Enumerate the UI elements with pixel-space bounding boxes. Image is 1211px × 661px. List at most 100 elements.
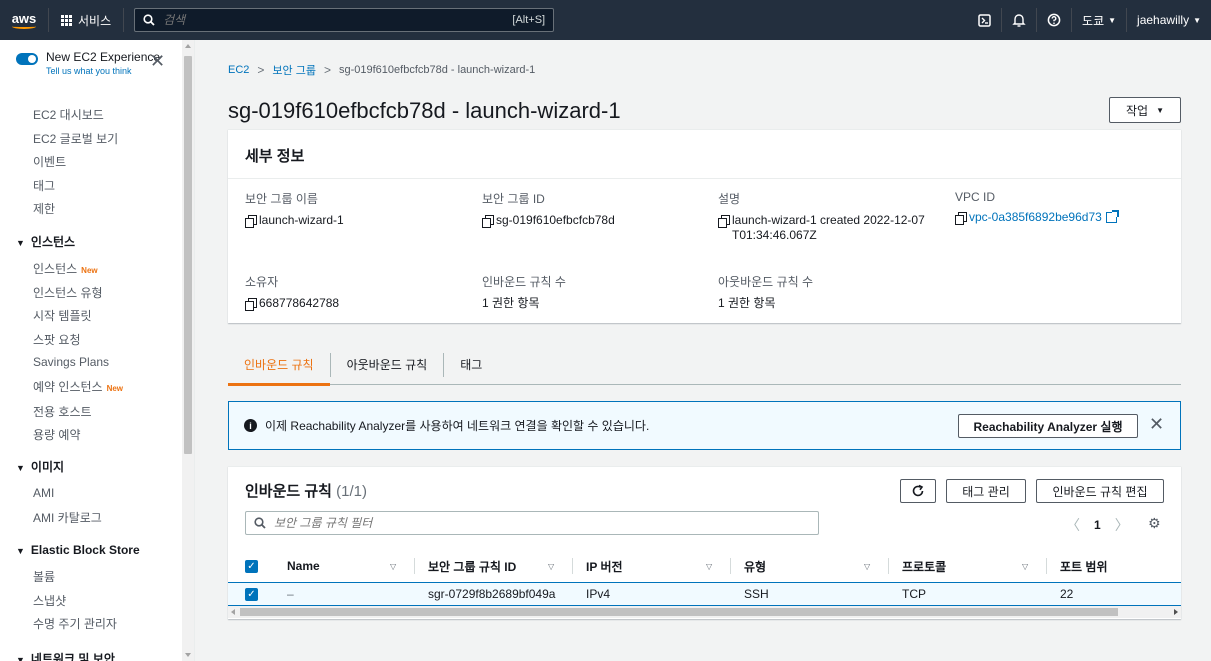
- column-header-rule-id[interactable]: 보안 그룹 규칙 ID: [428, 558, 516, 575]
- sidebar-section-network[interactable]: ▼ 네트워크 및 보안: [16, 650, 115, 661]
- column-header-name[interactable]: Name: [287, 559, 320, 573]
- sidebar-item-snapshots[interactable]: 스냅샷: [33, 592, 66, 609]
- refresh-button[interactable]: [900, 479, 936, 503]
- region-selector[interactable]: 도쿄 ▼: [1071, 8, 1126, 32]
- scroll-down-arrow-icon[interactable]: [185, 653, 191, 657]
- sidebar-item-ami-catalog[interactable]: AMI 카탈로그: [33, 509, 102, 526]
- field-label: 보안 그룹 이름: [245, 192, 318, 206]
- sidebar-item-tags[interactable]: 태그: [33, 177, 55, 194]
- sidebar-section-ebs[interactable]: ▼ Elastic Block Store: [16, 543, 140, 557]
- copy-icon[interactable]: [482, 215, 494, 228]
- global-search-box[interactable]: [Alt+S]: [134, 8, 555, 32]
- rules-count: (1/1): [336, 483, 367, 500]
- toggle-switch[interactable]: [16, 53, 38, 65]
- sidebar-section-images[interactable]: ▼ 이미지: [16, 458, 64, 475]
- sort-caret-icon[interactable]: ▽: [1022, 562, 1028, 571]
- sort-caret-icon[interactable]: ▽: [548, 562, 554, 571]
- sidebar-item-instances[interactable]: 인스턴스 New: [33, 260, 98, 277]
- chevron-right-icon[interactable]: 〉: [1115, 515, 1129, 535]
- external-link-icon[interactable]: [1105, 210, 1119, 223]
- cell-ip-version: IPv4: [586, 587, 611, 601]
- copy-icon[interactable]: [718, 215, 730, 228]
- tab-outbound-rules[interactable]: 아웃바운드 규칙: [329, 352, 444, 377]
- sidebar-item-ami[interactable]: AMI: [33, 486, 54, 500]
- services-menu-button[interactable]: 서비스: [48, 8, 125, 32]
- scroll-thumb[interactable]: [184, 56, 192, 454]
- field-sg-name: 보안 그룹 이름 launch-wizard-1: [245, 190, 344, 228]
- sidebar-item-events[interactable]: 이벤트: [33, 153, 66, 170]
- description-value: launch-wizard-1 created 2022-12-07T01:34…: [732, 213, 925, 242]
- copy-icon[interactable]: [245, 215, 257, 228]
- sidebar-section-instances[interactable]: ▼ 인스턴스: [16, 233, 75, 250]
- section-label: 네트워크 및 보안: [30, 652, 115, 661]
- field-label: 설명: [718, 192, 741, 206]
- notifications-button[interactable]: [1001, 8, 1036, 32]
- copy-icon[interactable]: [245, 298, 257, 311]
- breadcrumb-ec2[interactable]: EC2: [228, 64, 249, 76]
- sidebar-scrollbar[interactable]: [182, 40, 194, 661]
- close-icon[interactable]: ✕: [150, 52, 165, 70]
- column-header-ip-version[interactable]: IP 버전: [586, 558, 623, 575]
- edit-inbound-rules-button[interactable]: 인바운드 규칙 편집: [1036, 479, 1164, 503]
- scroll-right-arrow-icon[interactable]: [1174, 609, 1178, 615]
- rules-filter-input[interactable]: [274, 516, 810, 530]
- sidebar-item-ec2-dashboard[interactable]: EC2 대시보드: [33, 106, 104, 123]
- sort-caret-icon[interactable]: ▽: [390, 562, 396, 571]
- sidebar-item-lifecycle-manager[interactable]: 수명 주기 관리자: [33, 615, 117, 632]
- column-header-type[interactable]: 유형: [744, 558, 766, 575]
- select-all-checkbox[interactable]: ✓: [245, 559, 258, 573]
- search-shortcut-hint: [Alt+S]: [512, 14, 546, 26]
- vpc-id-link[interactable]: vpc-0a385f6892be96d73: [969, 210, 1102, 225]
- field-value: 668778642788: [245, 296, 339, 311]
- chevron-left-icon[interactable]: 〈: [1066, 515, 1080, 535]
- tab-tags[interactable]: 태그: [443, 352, 498, 377]
- sidebar-item-instance-types[interactable]: 인스턴스 유형: [33, 284, 103, 301]
- sidebar: New EC2 Experience Tell us what you thin…: [0, 40, 195, 661]
- sort-caret-icon[interactable]: ▽: [706, 562, 712, 571]
- manage-tags-button[interactable]: 태그 관리: [946, 479, 1026, 503]
- sidebar-item-dedicated-hosts[interactable]: 전용 호스트: [33, 403, 92, 420]
- info-banner: i 이제 Reachability Analyzer를 사용하여 네트워크 연결…: [228, 401, 1181, 450]
- sidebar-item-limits[interactable]: 제한: [33, 200, 55, 217]
- experience-title: New EC2 Experience: [46, 50, 161, 64]
- feedback-link[interactable]: Tell us what you think: [46, 66, 160, 76]
- sidebar-item-volumes[interactable]: 볼륨: [33, 568, 55, 585]
- help-button[interactable]: [1036, 8, 1071, 32]
- column-header-protocol[interactable]: 프로토콜: [902, 558, 946, 575]
- sidebar-item-savings-plans[interactable]: Savings Plans: [33, 355, 109, 369]
- search-icon: [254, 517, 266, 529]
- sidebar-item-launch-templates[interactable]: 시작 템플릿: [33, 307, 92, 324]
- gear-icon[interactable]: ⚙: [1148, 515, 1161, 532]
- sidebar-item-global-view[interactable]: EC2 글로벌 보기: [33, 130, 118, 147]
- actions-button[interactable]: 작업 ▼: [1109, 97, 1181, 123]
- table-horizontal-scrollbar[interactable]: [228, 606, 1181, 618]
- tab-bar: 인바운드 규칙 아웃바운드 규칙 태그: [228, 345, 1181, 386]
- cloudshell-button[interactable]: [968, 8, 1001, 32]
- search-input[interactable]: [163, 13, 505, 27]
- sidebar-item-spot-requests[interactable]: 스팟 요청: [33, 331, 81, 348]
- actions-label: 작업: [1125, 103, 1149, 118]
- page-number[interactable]: 1: [1094, 518, 1101, 532]
- tab-inbound-rules[interactable]: 인바운드 규칙: [228, 345, 330, 386]
- item-label: 예약 인스턴스: [33, 380, 103, 394]
- account-menu[interactable]: jaehawilly ▼: [1126, 8, 1211, 32]
- sidebar-item-capacity-reservations[interactable]: 용량 예약: [33, 426, 81, 443]
- close-icon[interactable]: ✕: [1149, 415, 1164, 433]
- scroll-up-arrow-icon[interactable]: [185, 44, 191, 48]
- copy-icon[interactable]: [955, 212, 967, 225]
- column-header-port-range[interactable]: 포트 범위: [1060, 558, 1108, 575]
- row-checkbox[interactable]: ✓: [245, 587, 258, 601]
- field-owner: 소유자 668778642788: [245, 273, 339, 311]
- rules-filter[interactable]: [245, 511, 819, 535]
- item-label: 인스턴스: [33, 262, 78, 276]
- table-row[interactable]: ✓ – sgr-0729f8b2689bf049a IPv4 SSH TCP 2…: [228, 582, 1181, 606]
- scroll-left-arrow-icon[interactable]: [231, 609, 235, 615]
- aws-logo[interactable]: aws: [0, 0, 48, 40]
- nav-right-tools: 도쿄 ▼ jaehawilly ▼: [968, 0, 1211, 40]
- sidebar-item-reserved-instances[interactable]: 예약 인스턴스 New: [33, 378, 123, 395]
- breadcrumb-security-groups[interactable]: 보안 그룹: [272, 62, 316, 78]
- scroll-thumb[interactable]: [240, 608, 1118, 616]
- reachability-analyzer-button[interactable]: Reachability Analyzer 실행: [958, 414, 1138, 438]
- new-experience-toggle[interactable]: New EC2 Experience Tell us what you thin…: [16, 50, 160, 76]
- sort-caret-icon[interactable]: ▽: [864, 562, 870, 571]
